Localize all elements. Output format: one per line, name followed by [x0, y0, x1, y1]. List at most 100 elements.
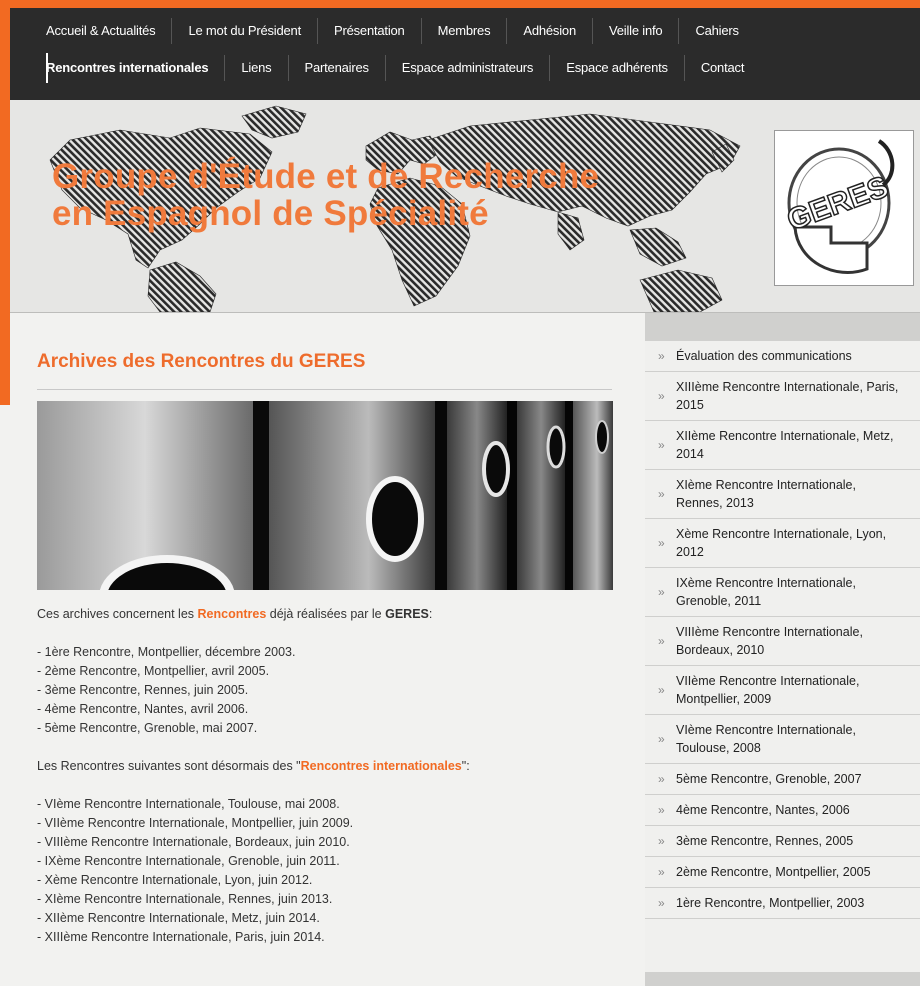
sidebar-item[interactable]: » IXème Rencontre Internationale, Grenoble…: [645, 568, 920, 617]
sidebar-item-label: Montpellier, 2009: [676, 692, 772, 706]
list-item: - VIIIème Rencontre Internationale, Bord…: [37, 835, 350, 849]
list-item: - VIIème Rencontre Internationale, Montp…: [37, 816, 354, 830]
chevron-right-icon: »: [658, 803, 665, 817]
chevron-right-icon: »: [658, 732, 665, 746]
logo-lettering: GERES: [783, 170, 893, 237]
sidebar-item-label: VIIème Rencontre Internationale,: [676, 674, 860, 688]
sidebar-item[interactable]: » XIIème Rencontre Internationale, Metz, 2…: [645, 421, 920, 470]
sidebar-item-label: IXème Rencontre Internationale,: [676, 576, 856, 590]
nav-item-adhesion[interactable]: Adhésion: [506, 18, 592, 44]
chevron-right-icon: »: [658, 772, 665, 786]
sidebar-item[interactable]: » VIIIème Rencontre Internationale, Bordea…: [645, 617, 920, 666]
nav-item-partenaires[interactable]: Partenaires: [287, 55, 385, 81]
sidebar-item[interactable]: » XIème Rencontre Internationale, Rennes, …: [645, 470, 920, 519]
sidebar-item-label: Bordeaux, 2010: [676, 643, 765, 657]
list-item: - 4ème Rencontre, Nantes, avril 2006.: [37, 702, 249, 716]
sidebar-item[interactable]: » Évaluation des communications: [645, 341, 920, 372]
sidebar-item[interactable]: » Xème Rencontre Internationale, Lyon, 201…: [645, 519, 920, 568]
left-accent-bar: [0, 0, 10, 405]
list-item: - XIIIème Rencontre Internationale, Pari…: [37, 930, 325, 944]
sidebar-item-label: XIème Rencontre Internationale,: [676, 478, 856, 492]
sidebar-item[interactable]: » 4ème Rencontre, Nantes, 2006: [645, 795, 920, 826]
chevron-right-icon: »: [658, 865, 665, 879]
chevron-right-icon: »: [658, 634, 665, 648]
sidebar-item-label: Xème Rencontre Internationale, Lyon,: [676, 527, 887, 541]
sidebar-item-label: 5ème Rencontre, Grenoble, 2007: [676, 772, 862, 786]
nav-item-presentation[interactable]: Présentation: [317, 18, 421, 44]
sidebar-item-label: 3ème Rencontre, Rennes, 2005: [676, 834, 854, 848]
nav-item-veille-info[interactable]: Veille info: [591, 18, 678, 44]
site-title-line-2: en Espagnol de Spécialité: [52, 194, 489, 233]
list-item: - 1ère Rencontre, Montpellier, décembre …: [37, 645, 296, 659]
list-item: - XIIème Rencontre Internationale, Metz,…: [37, 911, 320, 925]
nav-row-2: Rencontres internationales Liens Partena…: [37, 49, 760, 87]
sidebar-item-label: 2ème Rencontre, Montpellier, 2005: [676, 865, 871, 879]
nav-item-accueil[interactable]: Accueil & Actualités: [37, 18, 171, 44]
sidebar-item-label: XIIIème Rencontre Internationale, Paris,: [676, 380, 899, 394]
nav-item-liens[interactable]: Liens: [224, 55, 287, 81]
sidebar-item-label: XIIème Rencontre Internationale, Metz,: [676, 429, 894, 443]
nav-item-rencontres-internationales[interactable]: Rencontres internationales: [37, 55, 224, 81]
sidebar-item[interactable]: » 5ème Rencontre, Grenoble, 2007: [645, 764, 920, 795]
page-title: Archives des Rencontres du GERES: [37, 351, 366, 372]
sidebar-item-label: 4ème Rencontre, Nantes, 2006: [676, 803, 850, 817]
sidebar-item[interactable]: » XIIIème Rencontre Internationale, Paris…: [645, 372, 920, 421]
nav-item-contact[interactable]: Contact: [683, 55, 760, 81]
sidebar-item-label: Toulouse, 2008: [676, 741, 761, 755]
list-item: - VIème Rencontre Internationale, Toulou…: [37, 797, 340, 811]
sidebar-item-label: VIème Rencontre Internationale,: [676, 723, 856, 737]
main-content: Archives des Rencontres du GERES Ces arc…: [10, 313, 642, 986]
sidebar-footer-bar: [645, 972, 920, 986]
sidebar-header-bar: [645, 313, 920, 341]
chevron-right-icon: »: [658, 834, 665, 848]
sidebar-item[interactable]: » 1ère Rencontre, Montpellier, 2003: [645, 888, 920, 919]
nav-item-espace-administrateurs[interactable]: Espace administrateurs: [384, 55, 549, 81]
main-navigation: Accueil & Actualités Le mot du Président…: [10, 8, 920, 100]
nav-item-membres[interactable]: Membres: [420, 18, 507, 44]
nav-item-espace-adherents[interactable]: Espace adhérents: [549, 55, 684, 81]
site-title-line-1: Groupe d'Étude et de Recherche: [52, 157, 600, 196]
sidebar-item[interactable]: » VIIème Rencontre Internationale, Montpel…: [645, 666, 920, 715]
chevron-right-icon: »: [658, 487, 665, 501]
sidebar: » Évaluation des communications » XIIIème R…: [645, 313, 920, 986]
chevron-right-icon: »: [658, 389, 665, 403]
archive-text: Ces archives concernent les Rencontres d…: [37, 605, 617, 947]
sidebar-item[interactable]: » 2ème Rencontre, Montpellier, 2005: [645, 857, 920, 888]
chevron-right-icon: »: [658, 683, 665, 697]
nav-item-mot-du-president[interactable]: Le mot du Président: [171, 18, 317, 44]
hero-binders-image: [37, 401, 613, 590]
binders-photo: [37, 401, 613, 590]
title-divider: [37, 389, 612, 390]
internationales-paragraph: Les Rencontres suivantes sont désormais …: [37, 757, 617, 776]
sidebar-item-label: VIIIème Rencontre Internationale,: [676, 625, 863, 639]
chevron-right-icon: »: [658, 536, 665, 550]
geres-logo[interactable]: GERES: [774, 130, 914, 286]
rencontres-internationales-link[interactable]: Rencontres internationales: [301, 759, 462, 773]
chevron-right-icon: »: [658, 438, 665, 452]
intro-text-middle: déjà réalisées par le: [266, 607, 386, 621]
nav-item-cahiers[interactable]: Cahiers: [678, 18, 754, 44]
intro-suffix: :: [428, 607, 433, 621]
chevron-right-icon: »: [658, 349, 665, 363]
chevron-right-icon: »: [658, 585, 665, 599]
intro-text: Ces archives concernent les: [37, 607, 198, 621]
sidebar-item-label: 2015: [676, 398, 704, 412]
para2-suffix: ":: [461, 759, 470, 773]
rencontres-link[interactable]: Rencontres: [198, 607, 267, 621]
top-accent-bar: [0, 0, 920, 8]
sidebar-item-label: Rennes, 2013: [676, 496, 754, 510]
site-header: Groupe d'Étude et de Recherche en Espagn…: [10, 100, 920, 313]
sidebar-item-label: 2014: [676, 447, 704, 461]
para2-text: Les Rencontres suivantes sont désormais …: [37, 759, 301, 773]
list-item: - 5ème Rencontre, Grenoble, mai 2007.: [37, 721, 258, 735]
sidebar-item-label: 1ère Rencontre, Montpellier, 2003: [676, 896, 865, 910]
sidebar-item[interactable]: » VIème Rencontre Internationale, Toulouse…: [645, 715, 920, 764]
site-title: Groupe d'Étude et de Recherche en Espagn…: [52, 158, 599, 232]
geres-bold: GERES: [385, 607, 429, 621]
sidebar-item-label: Évaluation des communications: [676, 349, 852, 363]
sidebar-item[interactable]: » 3ème Rencontre, Rennes, 2005: [645, 826, 920, 857]
intro-paragraph: Ces archives concernent les Rencontres d…: [37, 605, 617, 624]
list-item: - Xème Rencontre Internationale, Lyon, j…: [37, 873, 313, 887]
sidebar-item-label: 2012: [676, 545, 704, 559]
sidebar-menu: » Évaluation des communications » XIIIème R…: [645, 341, 920, 919]
